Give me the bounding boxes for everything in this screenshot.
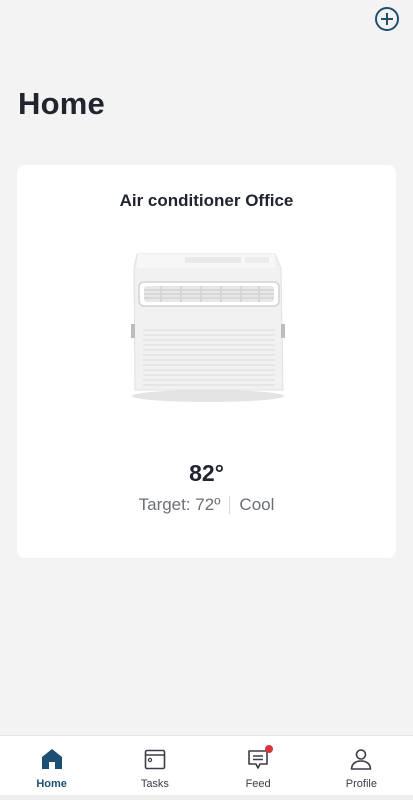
bottom-tab-bar: Home Tasks Feed Profile [0,735,413,795]
device-card[interactable]: Air conditioner Office 82° Target: 72º C… [17,165,396,558]
tab-feed[interactable]: Feed [207,736,310,795]
target-temperature: Target: 72º [138,495,221,514]
air-conditioner-image [131,253,285,402]
home-icon [41,749,62,769]
tab-tasks[interactable]: Tasks [103,736,206,795]
tab-label: Feed [245,778,271,790]
bottom-strip [0,795,413,800]
add-device-button[interactable] [375,7,399,31]
page-title: Home [18,86,105,121]
device-status-row: Target: 72º Cool [17,495,396,515]
tab-home[interactable]: Home [0,736,103,795]
plus-icon [381,13,393,25]
tab-label: Profile [345,778,377,790]
profile-icon [351,749,372,770]
status-divider [229,496,231,514]
tab-label: Tasks [140,778,169,790]
tab-label: Home [36,778,67,790]
mode-label: Cool [239,495,275,514]
tab-profile[interactable]: Profile [310,736,413,795]
current-temperature: 82° [189,460,224,486]
notification-badge [265,745,274,753]
home-screen: Home Air conditioner Office 82° Target: … [0,0,413,800]
tasks-icon [144,749,166,770]
device-name: Air conditioner Office [119,191,294,210]
